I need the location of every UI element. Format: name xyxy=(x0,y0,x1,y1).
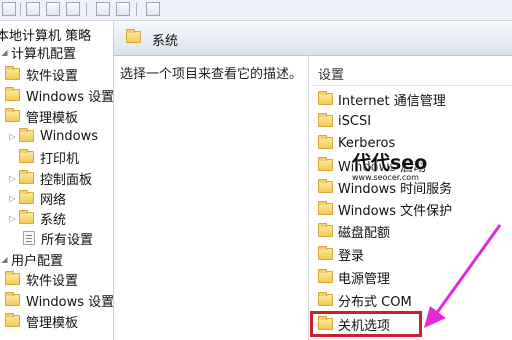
watermark-logo: 代代seo xyxy=(352,152,428,174)
pointer-arrow-icon xyxy=(424,224,502,328)
arrow-head xyxy=(424,306,446,328)
arrow-shaft xyxy=(434,224,502,315)
watermark-url: www.seocer.com xyxy=(352,173,419,182)
watermark: 代代seo www.seocer.com xyxy=(352,148,427,182)
